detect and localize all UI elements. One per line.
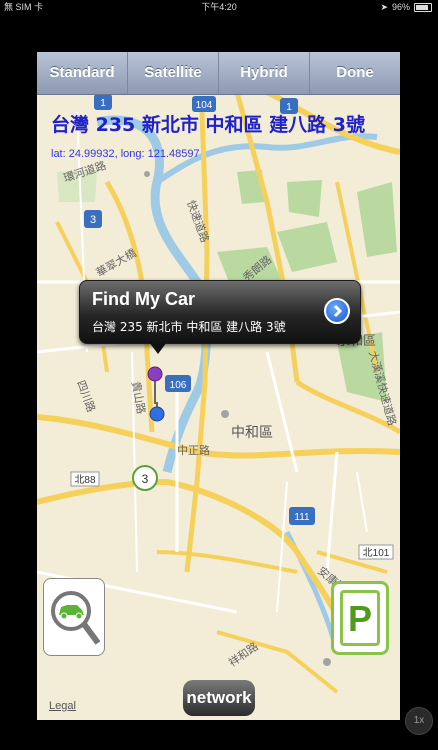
- route-shield: 3: [132, 465, 158, 491]
- route-shield: 北101: [358, 544, 394, 560]
- coordinates-label: lat: 24.99932, long: 121.48597: [51, 148, 200, 160]
- address-title: 台灣 235 新北市 中和區 建八路 3號: [51, 114, 365, 136]
- street-label: 中正路: [177, 444, 210, 457]
- car-magnifier-icon: [51, 591, 101, 645]
- map-screen: 1 104 1 3 106 3 111 北88 北101 環河道路 華翠大橋 快…: [37, 52, 400, 720]
- shield-label: 3: [90, 214, 96, 226]
- poi-dot: [221, 410, 229, 418]
- shield-label: 106: [170, 380, 187, 391]
- park-area: [277, 222, 337, 272]
- callout-subtitle: 台灣 235 新北市 中和區 建八路 3號: [92, 320, 286, 334]
- standard-button[interactable]: Standard: [37, 52, 128, 94]
- route-shield: 3: [84, 210, 102, 228]
- map-type-toolbar: Standard Satellite Hybrid Done: [37, 52, 400, 95]
- poi-dot: [144, 171, 150, 177]
- shield-label: 111: [294, 512, 310, 523]
- network-button[interactable]: network: [183, 680, 255, 716]
- shield-label: 3: [142, 472, 149, 486]
- street-label: 貴山路: [129, 380, 149, 415]
- done-button[interactable]: Done: [310, 52, 400, 94]
- location-arrow-icon: ➤: [380, 2, 388, 12]
- callout-tail: [149, 342, 167, 354]
- street-label: 華翠大橋: [94, 245, 139, 279]
- poi-dot: [323, 658, 331, 666]
- find-car-search-button[interactable]: [43, 578, 105, 656]
- battery-fill: [416, 4, 428, 10]
- shield-label: 北101: [363, 547, 390, 559]
- district-label: 中和區: [231, 425, 273, 441]
- route-shield: 1: [94, 94, 112, 110]
- road: [156, 550, 298, 574]
- hybrid-button[interactable]: Hybrid: [219, 52, 310, 94]
- shield-label: 1: [100, 98, 106, 109]
- park-area: [357, 182, 397, 257]
- route-shield: 106: [165, 375, 191, 392]
- status-bar: 無 SIM 卡 下午4:20 ➤ 96%: [0, 0, 438, 14]
- clock: 下午4:20: [201, 2, 237, 12]
- zoom-toggle-button[interactable]: 1x: [405, 707, 433, 735]
- detail-disclosure-icon[interactable]: [324, 298, 350, 324]
- road: [37, 414, 400, 459]
- legal-link[interactable]: Legal: [49, 700, 76, 712]
- park-area: [287, 180, 322, 217]
- satellite-button[interactable]: Satellite: [128, 52, 219, 94]
- parking-icon: P: [340, 590, 380, 646]
- street-label: 祥和路: [226, 639, 261, 669]
- battery-icon: [414, 2, 432, 12]
- street-label: 四川路: [74, 379, 98, 414]
- battery-percent: 96%: [391, 2, 410, 12]
- route-shield: 北88: [70, 471, 100, 487]
- minor-road: [76, 111, 368, 613]
- park-here-button[interactable]: P: [331, 581, 389, 655]
- shield-label: 北88: [74, 474, 96, 486]
- car-callout[interactable]: Find My Car 台灣 235 新北市 中和區 建八路 3號: [79, 280, 361, 354]
- route-shield: 111: [289, 507, 315, 525]
- callout-title: Find My Car: [92, 289, 196, 309]
